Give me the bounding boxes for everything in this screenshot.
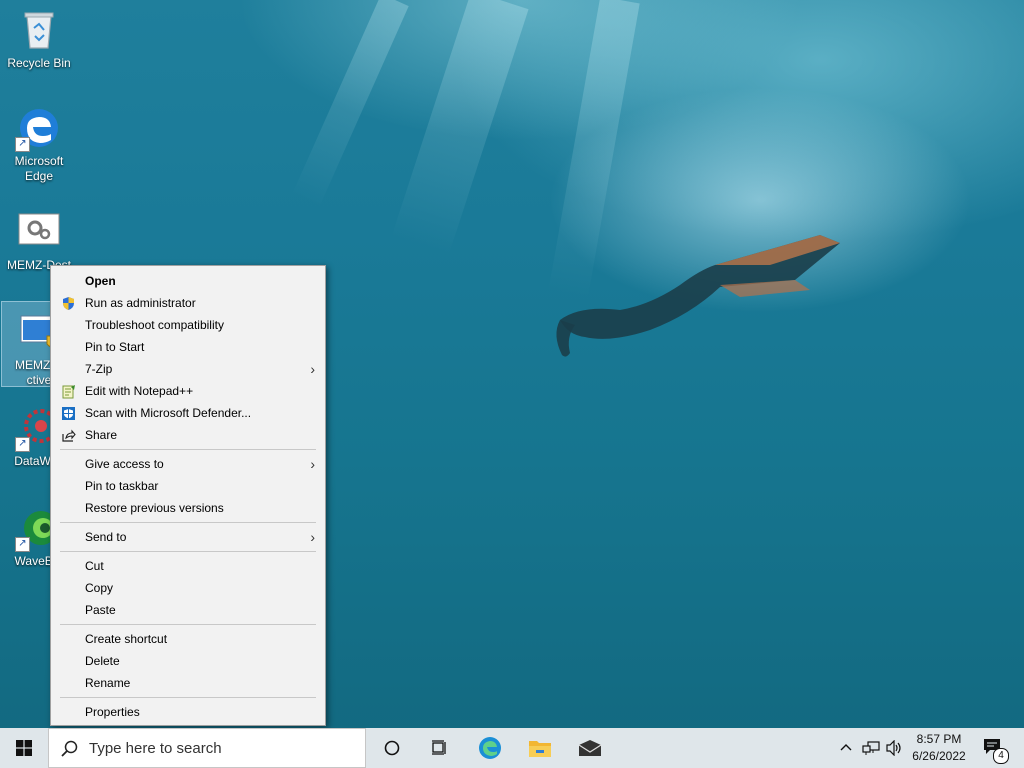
menu-item-share[interactable]: Share [51, 424, 325, 446]
search-placeholder: Type here to search [89, 740, 222, 757]
notepad-icon [61, 384, 76, 399]
menu-item-label: Scan with Microsoft Defender... [85, 406, 252, 420]
menu-item-label: Cut [85, 559, 104, 573]
light-ray [391, 0, 529, 257]
menu-item-delete[interactable]: Delete [51, 650, 325, 672]
task-view-button[interactable] [416, 728, 464, 768]
shortcut-arrow-icon: ↗ [15, 537, 30, 552]
menu-item-open[interactable]: Open [51, 270, 325, 292]
taskbar-file-explorer-button[interactable] [516, 728, 564, 768]
menu-separator [60, 449, 316, 450]
desktop-icon-label: Recycle Bin [7, 56, 71, 70]
menu-item-label: Create shortcut [85, 632, 168, 646]
menu-item-label: Run as administrator [85, 296, 196, 310]
menu-item-label: Edit with Notepad++ [85, 384, 194, 398]
menu-item-create-shortcut[interactable]: Create shortcut [51, 628, 325, 650]
menu-item-label: Pin to taskbar [85, 479, 159, 493]
menu-item-label: Open [85, 274, 116, 288]
chevron-right-icon: › [310, 529, 315, 545]
taskbar: Type here to search 8:57 PM 6/26/2022 4 [0, 728, 1024, 768]
menu-item-label: 7-Zip [85, 362, 113, 376]
desktop-icon-microsoft-edge[interactable]: ↗ Microsoft Edge [2, 106, 76, 184]
show-hidden-icons-button[interactable] [834, 728, 858, 768]
menu-item-label: Share [85, 428, 118, 442]
menu-item-cut[interactable]: Cut [51, 555, 325, 577]
clock-time: 8:57 PM [916, 732, 962, 746]
menu-separator [60, 624, 316, 625]
shield-icon [61, 296, 76, 311]
menu-item-label: Delete [85, 654, 120, 668]
menu-item-label: Send to [85, 530, 127, 544]
diver-wallpaper-figure [556, 235, 840, 357]
menu-separator [60, 697, 316, 698]
settings-file-icon [17, 210, 61, 254]
shortcut-arrow-icon: ↗ [15, 437, 30, 452]
cortana-button[interactable] [368, 728, 416, 768]
menu-item-give-access-to[interactable]: Give access to › [51, 453, 325, 475]
edge-icon: ↗ [15, 106, 61, 152]
menu-item-send-to[interactable]: Send to › [51, 526, 325, 548]
chevron-right-icon: › [310, 456, 315, 472]
taskbar-mail-button[interactable] [566, 728, 614, 768]
menu-item-label: Restore previous versions [85, 501, 224, 515]
network-button[interactable] [858, 728, 882, 768]
menu-item-label: Troubleshoot compatibility [85, 318, 224, 332]
context-menu: Open Run as administrator Troubleshoot c… [50, 265, 326, 726]
menu-item-7-zip[interactable]: 7-Zip › [51, 358, 325, 380]
menu-item-label: Give access to [85, 457, 164, 471]
desktop-icon-label: Microsoft Edge [14, 154, 64, 183]
taskbar-edge-button[interactable] [466, 728, 514, 768]
menu-item-paste[interactable]: Paste [51, 599, 325, 621]
menu-separator [60, 522, 316, 523]
menu-item-pin-to-taskbar[interactable]: Pin to taskbar [51, 475, 325, 497]
menu-item-label: Copy [85, 581, 114, 595]
menu-item-properties[interactable]: Properties [51, 701, 325, 723]
desktop-icon-recycle-bin[interactable]: Recycle Bin [2, 8, 76, 71]
menu-item-label: Paste [85, 603, 116, 617]
chevron-right-icon: › [310, 361, 315, 377]
menu-item-label: Rename [85, 676, 131, 690]
notification-count-badge: 4 [993, 748, 1009, 764]
menu-item-pin-to-start[interactable]: Pin to Start [51, 336, 325, 358]
volume-button[interactable] [882, 728, 906, 768]
light-ray [291, 0, 409, 208]
menu-item-restore-previous-versions[interactable]: Restore previous versions [51, 497, 325, 519]
share-icon [61, 428, 76, 443]
menu-item-run-as-administrator[interactable]: Run as administrator [51, 292, 325, 314]
menu-item-copy[interactable]: Copy [51, 577, 325, 599]
taskbar-search-box[interactable]: Type here to search [48, 728, 366, 768]
start-button[interactable] [0, 728, 48, 768]
menu-item-scan-with-defender[interactable]: Scan with Microsoft Defender... [51, 402, 325, 424]
menu-item-troubleshoot-compatibility[interactable]: Troubleshoot compatibility [51, 314, 325, 336]
clock-date: 6/26/2022 [912, 749, 966, 763]
recycle-bin-icon [17, 8, 61, 52]
menu-item-edit-with-notepad[interactable]: Edit with Notepad++ [51, 380, 325, 402]
defender-icon [61, 406, 76, 421]
menu-item-label: Properties [85, 705, 140, 719]
taskbar-clock[interactable]: 8:57 PM 6/26/2022 [908, 728, 970, 768]
action-center-button[interactable]: 4 [976, 728, 1016, 768]
shortcut-arrow-icon: ↗ [15, 137, 30, 152]
desktop-icon-memz-dest[interactable]: MEMZ-Dest [2, 210, 76, 273]
menu-item-label: Pin to Start [85, 340, 145, 354]
menu-separator [60, 551, 316, 552]
menu-item-rename[interactable]: Rename [51, 672, 325, 694]
